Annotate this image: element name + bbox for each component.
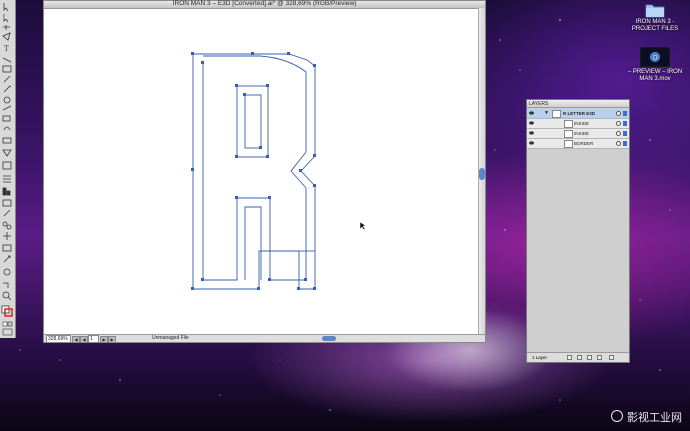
new-sublayer-button[interactable]: [587, 355, 592, 360]
selection-square-icon[interactable]: [623, 131, 627, 136]
tools-panel: T: [0, 0, 16, 338]
artboard-canvas[interactable]: [44, 8, 479, 334]
document-title: IRON MAN 3 – E3D [Converted].ai* @ 328,6…: [172, 0, 357, 7]
selection-square-icon[interactable]: [623, 121, 627, 126]
target-circle-icon[interactable]: [616, 121, 621, 126]
layer-thumbnail: [564, 130, 573, 138]
visibility-eye-icon[interactable]: [529, 141, 534, 145]
document-window: IRON MAN 3 – E3D [Converted].ai* @ 328,6…: [43, 0, 486, 343]
layer-thumbnail: [564, 140, 573, 148]
layers-panel-header[interactable]: LAYERS: [527, 100, 629, 108]
first-page-button[interactable]: ◀: [72, 336, 80, 343]
make-clipping-mask-button[interactable]: [577, 355, 582, 360]
folder-icon: [645, 4, 665, 18]
selection-square-icon[interactable]: [623, 111, 627, 116]
watermark: 影视工业网: [611, 409, 682, 425]
selection-square-icon[interactable]: [623, 141, 627, 146]
layer-name[interactable]: R LETTER E3D: [563, 110, 595, 117]
tool-icons: T: [1, 3, 13, 336]
sublayer-row[interactable]: BORDER: [527, 139, 629, 149]
target-circle-icon[interactable]: [616, 111, 621, 116]
layers-panel-footer: 1 Layer: [527, 352, 629, 362]
movie-file-icon: D: [640, 47, 670, 67]
svg-text:D: D: [653, 55, 658, 62]
layers-panel: LAYERS ▼ R LETTER E3D INSIDE INSIDE BORD…: [526, 99, 630, 363]
visibility-eye-icon[interactable]: [529, 121, 534, 125]
status-text[interactable]: Unmanaged File: [152, 335, 189, 342]
layer-row[interactable]: ▼ R LETTER E3D: [527, 109, 629, 119]
watermark-text: 影视工业网: [627, 411, 682, 424]
desktop-movie-file[interactable]: D – PREVIEW – IRON MAN 3.mov: [620, 47, 690, 83]
visibility-eye-icon[interactable]: [529, 131, 534, 135]
mouse-cursor-icon: [359, 221, 367, 231]
visibility-eye-icon[interactable]: [529, 111, 534, 115]
zoom-field[interactable]: 328,69%: [46, 335, 71, 343]
movie-label-line2: MAN 3.mov: [639, 76, 671, 82]
layers-list: ▼ R LETTER E3D INSIDE INSIDE BORDER: [527, 109, 629, 149]
delete-layer-button[interactable]: [609, 355, 614, 360]
layer-count: 1 Layer: [532, 355, 548, 360]
sublayer-row[interactable]: INSIDE: [527, 129, 629, 139]
vertical-scroll-thumb[interactable]: [479, 168, 485, 180]
folder-label-line2: PROJECT FILES: [631, 26, 679, 32]
locate-object-button[interactable]: [567, 355, 572, 360]
layer-name[interactable]: BORDER: [574, 140, 593, 147]
target-circle-icon[interactable]: [616, 141, 621, 146]
last-page-button[interactable]: ▶: [108, 336, 116, 343]
anchor-points: [191, 52, 316, 290]
desktop-folder[interactable]: IRON MAN 3 - PROJECT FILES: [620, 2, 690, 33]
layer-name[interactable]: INSIDE: [574, 130, 589, 137]
sublayer-row[interactable]: INSIDE: [527, 119, 629, 129]
page-number-field[interactable]: 1: [88, 335, 99, 343]
letter-r-artwork: [192, 53, 316, 290]
watermark-logo-icon: [611, 410, 623, 422]
layer-thumbnail: [564, 120, 573, 128]
expand-triangle-icon[interactable]: ▼: [544, 110, 549, 116]
new-layer-button[interactable]: [597, 355, 602, 360]
layer-name[interactable]: INSIDE: [574, 120, 589, 127]
horizontal-scroll-thumb[interactable]: [322, 336, 336, 341]
layers-tab[interactable]: LAYERS: [529, 101, 548, 107]
folder-label-line1: IRON MAN 3 -: [635, 19, 675, 25]
previous-page-button[interactable]: ◀: [80, 336, 88, 343]
next-page-button[interactable]: ▶: [100, 336, 108, 343]
movie-label-line1: – PREVIEW – IRON: [627, 69, 683, 75]
target-circle-icon[interactable]: [616, 131, 621, 136]
vertical-scrollbar[interactable]: [478, 8, 485, 334]
svg-text:T: T: [4, 45, 9, 53]
status-bar: 328,69% ◀ ◀ 1 ▶ ▶ Unmanaged File: [44, 334, 485, 343]
layer-thumbnail: [552, 110, 561, 118]
